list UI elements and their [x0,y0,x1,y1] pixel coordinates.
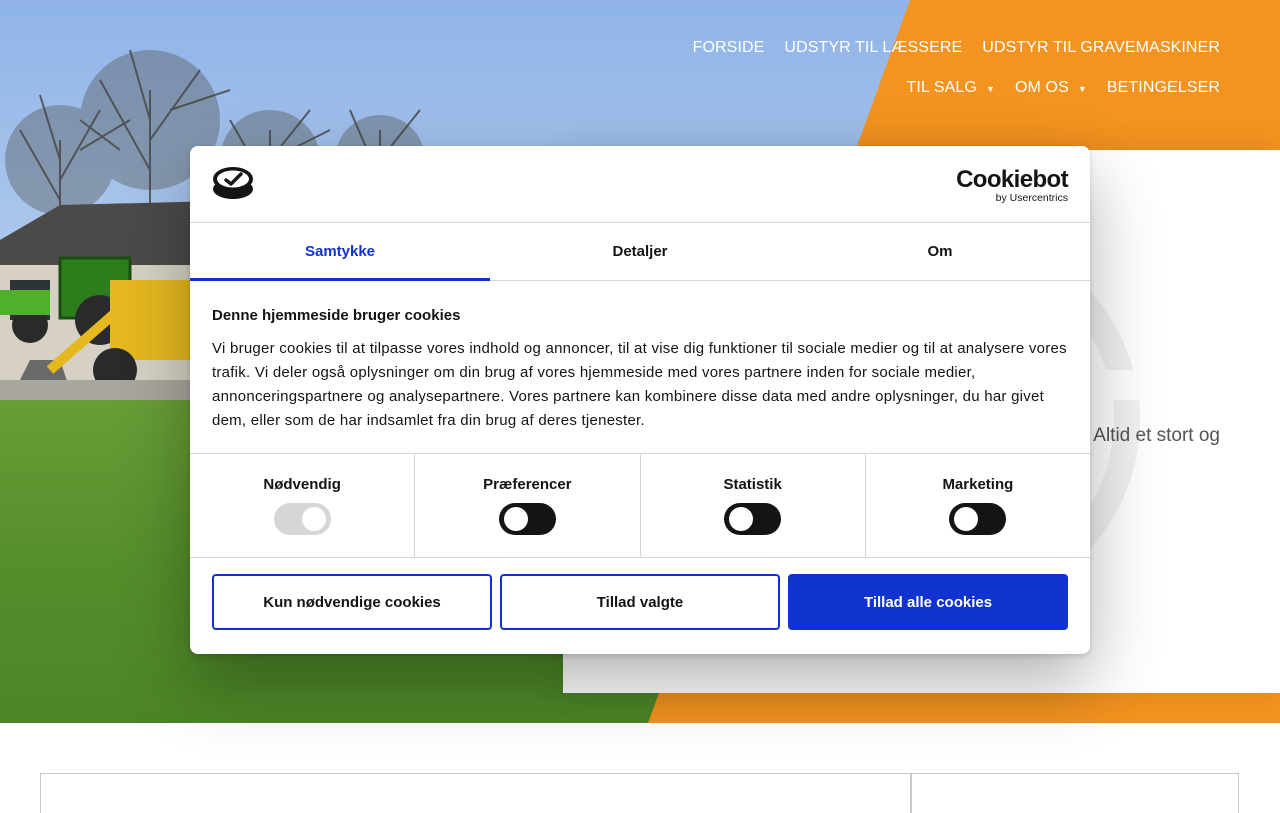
site-logo-icon [213,167,253,199]
cookie-categories: Nødvendig Præferencer Statistik Marketin… [190,454,1090,558]
necessary-toggle[interactable] [273,503,331,535]
category-statistics: Statistik [641,454,866,557]
dialog-body: Denne hjemmeside bruger cookies Vi bruge… [190,281,1090,454]
nav-link-om-os[interactable]: OM OS ▼ [1015,79,1087,97]
category-label: Statistik [723,476,782,493]
nav-link-betingelser[interactable]: BETINGELSER [1107,79,1220,97]
category-necessary: Nødvendig [190,454,416,557]
category-preferences: Præferencer [415,454,641,557]
main-navigation: FORSIDE UDSTYR TIL LÆSSERE UDSTYR TIL GR… [520,28,1220,108]
cookie-consent-dialog: Cookiebot by Usercentrics Samtykke Detal… [190,146,1090,654]
nav-link-forside[interactable]: FORSIDE [693,39,765,57]
category-label: Nødvendig [263,476,341,493]
lower-content-box [40,773,911,813]
tab-om[interactable]: Om [790,223,1090,280]
dialog-tabs: Samtykke Detaljer Om [190,223,1090,281]
cookiebot-logo-sub: by Usercentrics [995,192,1068,204]
preferences-toggle[interactable] [498,503,556,535]
toggle-knob [954,507,979,531]
cookiebot-logo-name: Cookiebot [956,166,1069,193]
allow-selected-button[interactable]: Tillad valgte [500,574,780,630]
nav-link-udstyr-til-gravemaskiner[interactable]: UDSTYR TIL GRAVEMASKINER [982,39,1220,57]
necessary-only-button[interactable]: Kun nødvendige cookies [212,574,492,630]
tab-detaljer[interactable]: Detaljer [490,223,790,280]
category-marketing: Marketing [866,454,1090,557]
caret-down-icon: ▼ [985,84,995,94]
caret-down-icon: ▼ [1077,84,1087,94]
tab-samtykke[interactable]: Samtykke [190,223,490,281]
toggle-knob [301,507,326,531]
statistics-toggle[interactable] [724,503,782,535]
category-label: Præferencer [483,476,572,493]
allow-all-button[interactable]: Tillad alle cookies [788,574,1068,630]
category-label: Marketing [942,476,1014,493]
hero-card-text: Altid et stort og [1093,425,1220,446]
card-ring-gap [1100,370,1160,400]
dialog-actions: Kun nødvendige cookies Tillad valgte Til… [190,558,1090,630]
nav-link-til-salg[interactable]: TIL SALG ▼ [907,79,995,97]
dialog-description: Vi bruger cookies til at tilpasse vores … [212,340,1067,429]
nav-row-primary: FORSIDE UDSTYR TIL LÆSSERE UDSTYR TIL GR… [520,28,1220,68]
toggle-knob [729,507,754,531]
dialog-header: Cookiebot by Usercentrics [190,146,1090,223]
nav-link-til-salg-label: TIL SALG [906,79,977,96]
toggle-knob [503,507,528,531]
dialog-title: Denne hjemmeside bruger cookies [212,307,461,324]
nav-row-secondary: TIL SALG ▼ OM OS ▼ BETINGELSER [520,68,1220,108]
nav-link-om-os-label: OM OS [1015,79,1069,96]
cookiebot-logo[interactable]: Cookiebot by Usercentrics [956,166,1069,205]
lower-sidebar-box [911,773,1239,813]
nav-link-udstyr-til-laessere[interactable]: UDSTYR TIL LÆSSERE [784,39,962,57]
marketing-toggle[interactable] [949,503,1007,535]
